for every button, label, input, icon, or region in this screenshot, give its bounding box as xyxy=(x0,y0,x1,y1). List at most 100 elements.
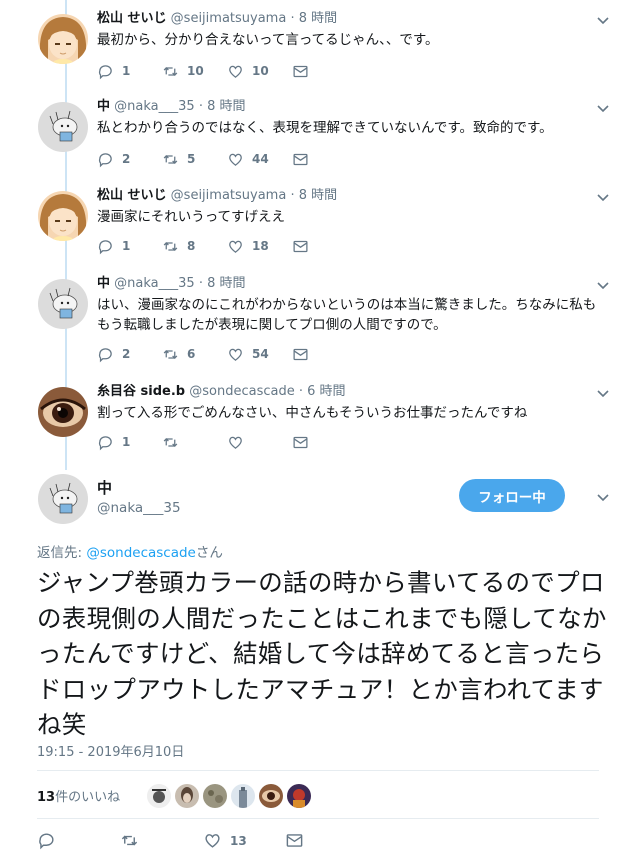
tweet-header: 中 @naka___35 · 8 時間 xyxy=(97,275,597,293)
reply-button[interactable]: 1 xyxy=(97,434,162,451)
like-button[interactable]: 54 xyxy=(227,346,292,363)
envelope-icon xyxy=(286,834,303,847)
likes-summary[interactable]: 13件のいいね xyxy=(37,786,120,805)
user-handle[interactable]: @seijimatsuyama xyxy=(171,188,287,203)
user-handle[interactable]: @naka___35 xyxy=(114,276,195,291)
main-display-name[interactable]: 中 xyxy=(97,477,112,498)
reply-button[interactable]: 1 xyxy=(97,63,162,80)
dm-button[interactable] xyxy=(292,434,309,451)
retweet-button[interactable] xyxy=(162,434,227,451)
tweet-time[interactable]: 6 時間 xyxy=(307,384,345,399)
separator-dot: · xyxy=(290,188,295,203)
dm-button[interactable] xyxy=(292,151,309,168)
display-name[interactable]: 糸目谷 side.b xyxy=(97,384,185,399)
user-handle[interactable]: @seijimatsuyama xyxy=(171,11,287,26)
tweet-actions: 2 6 54 xyxy=(97,345,309,363)
chevron-down-icon[interactable] xyxy=(597,14,609,26)
reply-count: 1 xyxy=(122,64,131,78)
retweet-icon xyxy=(163,437,178,447)
retweet-count: 8 xyxy=(187,239,196,253)
chevron-down-icon[interactable] xyxy=(597,387,609,399)
dm-button[interactable] xyxy=(285,831,304,850)
chevron-down-icon[interactable] xyxy=(597,191,609,203)
avatar[interactable] xyxy=(38,14,88,64)
like-button[interactable]: 18 xyxy=(227,238,292,255)
tweet-time[interactable]: 8 時間 xyxy=(207,99,245,114)
liker-avatar[interactable] xyxy=(231,784,255,808)
tweet-header: 中 @naka___35 · 8 時間 xyxy=(97,98,597,116)
retweet-icon xyxy=(163,349,178,359)
like-button[interactable]: 10 xyxy=(227,63,292,80)
tweet-text: 割って入る形でごめんなさい、中さんもそういうお仕事だったんですね xyxy=(97,405,528,421)
reply-icon xyxy=(98,152,112,167)
like-button[interactable]: 44 xyxy=(227,151,292,168)
separator-dot: · xyxy=(198,99,203,114)
retweet-button[interactable]: 6 xyxy=(162,346,227,363)
display-name[interactable]: 松山 せいじ xyxy=(97,11,167,26)
liker-avatar[interactable] xyxy=(203,784,227,808)
tweet-time[interactable]: 8 時間 xyxy=(299,11,337,26)
liker-avatar[interactable] xyxy=(259,784,283,808)
reply-button[interactable]: 2 xyxy=(97,346,162,363)
thread-tweet-4[interactable]: 中 @naka___35 · 8 時間 はい、漫画家なのにこれがわからないという… xyxy=(0,273,637,373)
tweet-time[interactable]: 8 時間 xyxy=(207,276,245,291)
retweet-button[interactable]: 10 xyxy=(162,63,227,80)
reply-button[interactable]: 1 xyxy=(97,238,162,255)
dm-button[interactable] xyxy=(292,346,309,363)
dm-button[interactable] xyxy=(292,238,309,255)
retweet-button[interactable]: 5 xyxy=(162,151,227,168)
reply-count: 2 xyxy=(122,152,131,166)
separator-dot: · xyxy=(298,384,303,399)
dm-button[interactable] xyxy=(292,63,309,80)
display-name[interactable]: 松山 せいじ xyxy=(97,188,167,203)
main-tweet-text: ジャンプ巻頭カラーの話の時から書いてるのでプロの表現側の人間だったことはこれまで… xyxy=(37,568,607,739)
tweet-header: 松山 せいじ @seijimatsuyama · 8 時間 xyxy=(97,10,597,28)
retweet-icon xyxy=(163,154,178,164)
like-button[interactable] xyxy=(227,434,292,451)
reply-to-link[interactable]: @sondecascade xyxy=(86,545,196,561)
display-name[interactable]: 中 xyxy=(97,99,110,114)
tweet-actions: 1 xyxy=(97,433,309,451)
user-handle[interactable]: @naka___35 xyxy=(114,99,195,114)
liker-avatar[interactable] xyxy=(287,784,311,808)
retweet-button[interactable]: 8 xyxy=(162,238,227,255)
envelope-icon xyxy=(293,153,308,165)
reply-button[interactable]: 2 xyxy=(97,151,162,168)
retweet-icon xyxy=(163,241,178,251)
thread-tweet-2[interactable]: 中 @naka___35 · 8 時間 私とわかり合うのではなく、表現を理解でき… xyxy=(0,96,637,176)
main-avatar[interactable] xyxy=(38,474,88,524)
liker-avatar-icon xyxy=(175,784,199,808)
heart-icon xyxy=(229,348,242,361)
tweet-timestamp[interactable]: 19:15 - 2019年6月10日 xyxy=(37,741,184,760)
thread-tweet-3[interactable]: 松山 せいじ @seijimatsuyama · 8 時間 漫画家にそれいうって… xyxy=(0,185,637,265)
tweet-text: 私とわかり合うのではなく、表現を理解できていないんです。致命的です。 xyxy=(97,120,553,136)
like-total: 13 xyxy=(37,790,56,805)
avatar[interactable] xyxy=(38,102,88,152)
thread-tweet-1[interactable]: 松山 せいじ @seijimatsuyama · 8 時間 最初から、分かり合え… xyxy=(0,8,637,88)
avatar[interactable] xyxy=(38,279,88,329)
divider xyxy=(37,818,599,819)
reply-button[interactable] xyxy=(37,831,120,850)
reply-to-line: 返信先: @sondecascadeさん xyxy=(37,541,223,561)
user-handle[interactable]: @sondecascade xyxy=(189,384,294,399)
like-button[interactable]: 13 xyxy=(203,831,285,850)
retweet-button[interactable] xyxy=(120,831,203,850)
main-user-handle[interactable]: @naka___35 xyxy=(97,500,181,516)
following-button[interactable]: フォロー中 xyxy=(459,479,565,512)
liker-avatar[interactable] xyxy=(147,784,171,808)
tweet-actions: 1 8 18 xyxy=(97,237,309,255)
avatar[interactable] xyxy=(38,191,88,241)
thread-tweet-5[interactable]: 糸目谷 side.b @sondecascade · 6 時間 割って入る形でご… xyxy=(0,381,637,461)
chevron-down-icon[interactable] xyxy=(597,102,609,114)
display-name[interactable]: 中 xyxy=(97,276,110,291)
avatar[interactable] xyxy=(38,387,88,437)
chevron-down-icon[interactable] xyxy=(597,491,609,503)
tweet-time[interactable]: 8 時間 xyxy=(299,188,337,203)
like-count: 54 xyxy=(252,347,269,361)
chevron-down-icon[interactable] xyxy=(597,279,609,291)
like-count: 44 xyxy=(252,152,269,166)
envelope-icon xyxy=(293,65,308,77)
retweet-icon xyxy=(163,66,178,76)
divider xyxy=(37,770,599,771)
liker-avatar[interactable] xyxy=(175,784,199,808)
